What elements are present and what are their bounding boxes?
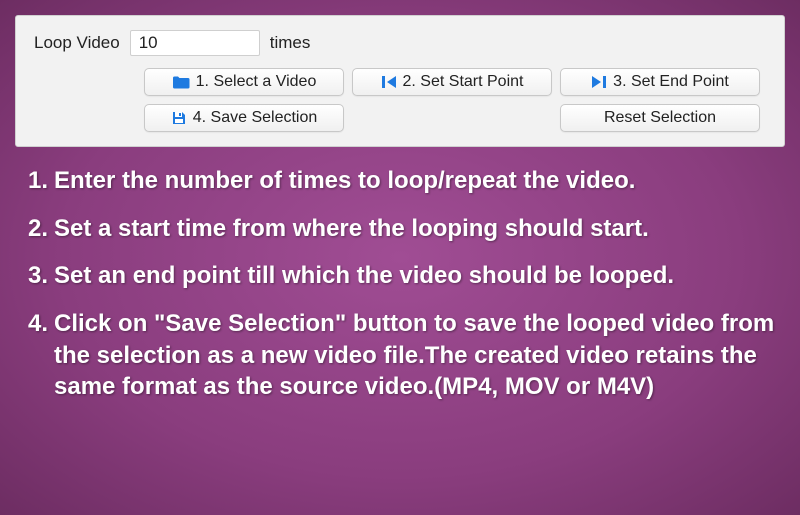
set-end-label: 3. Set End Point [613, 73, 729, 91]
set-end-point-button[interactable]: 3. Set End Point [560, 68, 760, 96]
step-number: 4. [28, 308, 54, 403]
control-panel: Loop Video times 1. Select a Video 2. Se… [15, 15, 785, 147]
select-video-button[interactable]: 1. Select a Video [144, 68, 344, 96]
step-text: Enter the number of times to loop/repeat… [54, 165, 782, 197]
set-start-label: 2. Set Start Point [403, 73, 524, 91]
skip-forward-icon [591, 75, 607, 89]
spacer [352, 104, 552, 132]
times-label: times [270, 33, 311, 53]
step-text: Click on "Save Selection" button to save… [54, 308, 782, 403]
skip-back-icon [381, 75, 397, 89]
loop-video-label: Loop Video [34, 33, 120, 53]
reset-selection-label: Reset Selection [604, 109, 716, 127]
folder-icon [172, 75, 190, 89]
step-number: 1. [28, 165, 54, 197]
instruction-step-2: 2. Set a start time from where the loopi… [28, 213, 782, 245]
save-selection-button[interactable]: 4. Save Selection [144, 104, 344, 132]
button-row-2: 4. Save Selection Reset Selection [144, 104, 766, 132]
button-row-1: 1. Select a Video 2. Set Start Point 3. … [144, 68, 766, 96]
set-start-point-button[interactable]: 2. Set Start Point [352, 68, 552, 96]
loop-count-input[interactable] [130, 30, 260, 56]
step-number: 3. [28, 260, 54, 292]
select-video-label: 1. Select a Video [196, 73, 317, 91]
instruction-step-4: 4. Click on "Save Selection" button to s… [28, 308, 782, 403]
loop-count-row: Loop Video times [34, 30, 766, 56]
reset-selection-button[interactable]: Reset Selection [560, 104, 760, 132]
step-number: 2. [28, 213, 54, 245]
instruction-step-1: 1. Enter the number of times to loop/rep… [28, 165, 782, 197]
instruction-step-3: 3. Set an end point till which the video… [28, 260, 782, 292]
step-text: Set a start time from where the looping … [54, 213, 782, 245]
save-selection-label: 4. Save Selection [193, 109, 318, 127]
step-text: Set an end point till which the video sh… [54, 260, 782, 292]
save-icon [171, 110, 187, 126]
instructions-list: 1. Enter the number of times to loop/rep… [0, 147, 800, 403]
